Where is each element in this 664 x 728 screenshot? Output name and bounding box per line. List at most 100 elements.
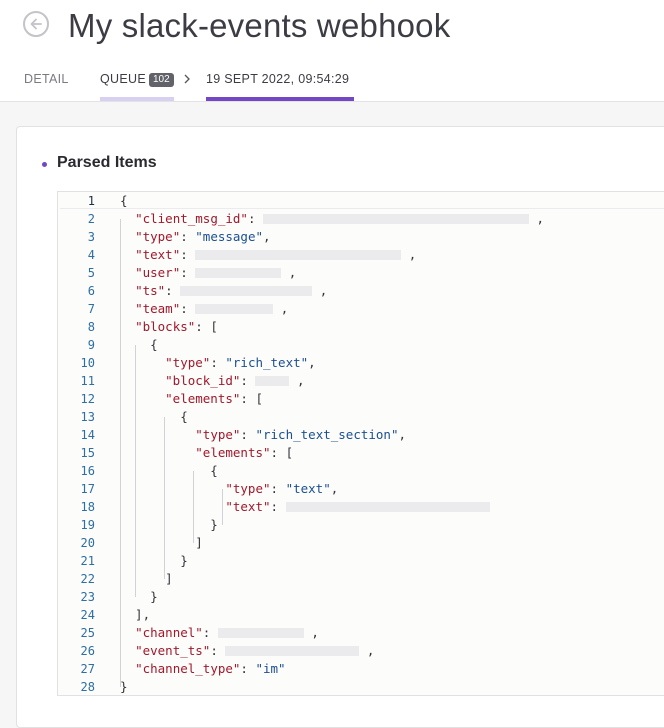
line-number: 20	[80, 536, 95, 550]
line-content: {	[120, 337, 158, 352]
tab-event-date[interactable]: 19 SEPT 2022, 09:54:29	[206, 58, 354, 101]
tab-queue-label: QUEUE	[100, 72, 146, 86]
line-number: 25	[80, 626, 95, 640]
json-key: "block_id"	[165, 373, 241, 388]
line-content: "event_ts": ,	[135, 643, 375, 658]
json-key: "event_ts"	[135, 643, 211, 658]
line-number: 12	[80, 392, 95, 406]
json-value: "rich_text"	[225, 355, 309, 370]
line-content: {	[120, 409, 188, 424]
redacted-value	[263, 214, 530, 224]
json-value: "rich_text_section"	[255, 427, 399, 442]
line-number: 19	[80, 518, 95, 532]
json-key: "type"	[225, 481, 271, 496]
redacted-value	[195, 250, 402, 260]
line-content: }	[120, 589, 158, 604]
section-title-text: Parsed Items	[57, 154, 157, 171]
line-number: 6	[87, 284, 95, 298]
line-content: ],	[120, 607, 151, 622]
line-content: "text":	[120, 498, 490, 516]
json-key: "ts"	[135, 283, 166, 298]
redacted-value	[255, 376, 290, 386]
json-key: "text"	[225, 499, 271, 514]
line-number: 8	[87, 320, 95, 334]
line-content: "user": ,	[135, 265, 297, 280]
json-value: "im"	[255, 661, 286, 676]
json-key: "user"	[135, 265, 181, 280]
arrow-left-icon	[30, 18, 42, 30]
line-number: 15	[80, 446, 95, 460]
tab-queue-underline	[100, 97, 174, 101]
line-content: "type": "message",	[135, 229, 271, 244]
line-content: }	[120, 553, 188, 568]
json-key: "type"	[165, 355, 211, 370]
section-title: Parsed Items	[41, 153, 157, 173]
active-line-highlight	[60, 208, 664, 209]
line-number: 17	[80, 482, 95, 496]
json-value: "message"	[195, 229, 264, 244]
json-key: "type"	[195, 427, 241, 442]
line-content: "channel_type": "im"	[135, 661, 286, 676]
line-number: 5	[87, 266, 95, 280]
line-number: 28	[80, 680, 95, 694]
line-number: 11	[80, 374, 95, 388]
line-content: "type": "rich_text_section",	[195, 427, 407, 442]
line-content: }	[120, 517, 218, 532]
json-key: "team"	[135, 301, 181, 316]
line-content: ]	[120, 571, 173, 586]
line-content: "type": "rich_text",	[165, 355, 316, 370]
line-content: "blocks": [	[135, 319, 218, 334]
line-content: "text": ,	[135, 247, 417, 262]
line-content: "team": ,	[135, 301, 289, 316]
tab-event-date-label: 19 SEPT 2022, 09:54:29	[206, 72, 350, 86]
line-number: 27	[80, 662, 95, 676]
json-key: "elements"	[195, 445, 271, 460]
json-value: "text"	[285, 481, 331, 496]
chevron-right-icon	[184, 74, 190, 84]
tab-detail[interactable]: DETAIL	[24, 58, 69, 101]
redacted-value	[285, 502, 490, 512]
redacted-value	[217, 628, 304, 638]
line-content: "client_msg_id": ,	[135, 211, 545, 226]
line-content: {	[120, 463, 218, 478]
tab-date-underline	[206, 97, 354, 101]
line-content: "block_id": ,	[165, 373, 305, 388]
page-header: My slack-events webhook DETAIL QUEUE 102 …	[0, 0, 664, 102]
tab-detail-label: DETAIL	[24, 72, 69, 86]
redacted-value	[195, 304, 274, 314]
line-number: 26	[80, 644, 95, 658]
line-number: 3	[87, 230, 95, 244]
line-number: 21	[80, 554, 95, 568]
line-number: 16	[80, 464, 95, 478]
line-number: 18	[80, 500, 95, 514]
json-code-viewer[interactable]: 1{ 2 "client_msg_id": , 3 "type": "messa…	[57, 191, 664, 696]
line-number: 23	[80, 590, 95, 604]
line-number: 9	[87, 338, 95, 352]
json-key: "type"	[135, 229, 181, 244]
tab-queue[interactable]: QUEUE 102	[100, 58, 174, 101]
json-key: "channel_type"	[135, 661, 241, 676]
line-content: "elements": [	[195, 445, 294, 460]
line-number: 24	[80, 608, 95, 622]
json-key: "client_msg_id"	[135, 211, 248, 226]
line-content: }	[120, 679, 128, 694]
redacted-value	[180, 286, 313, 296]
line-number: 13	[80, 410, 95, 424]
line-number: 22	[80, 572, 95, 586]
line-content: "ts": ,	[135, 283, 328, 298]
line-number: 10	[80, 356, 95, 370]
page-title: My slack-events webhook	[68, 7, 451, 44]
json-key: "channel"	[135, 625, 203, 640]
tab-bar: DETAIL QUEUE 102 19 SEPT 2022, 09:54:29	[0, 58, 664, 102]
line-number: 7	[87, 302, 95, 316]
json-key: "text"	[135, 247, 181, 262]
json-key: "blocks"	[135, 319, 196, 334]
redacted-value	[195, 268, 282, 278]
line-content: "elements": [	[165, 391, 263, 406]
back-button[interactable]	[23, 11, 49, 37]
line-content: "type": "text",	[225, 481, 339, 496]
line-number: 14	[80, 428, 95, 442]
queue-count-badge: 102	[148, 73, 174, 87]
line-number: 2	[87, 212, 95, 226]
line-content: "channel": ,	[135, 625, 319, 640]
